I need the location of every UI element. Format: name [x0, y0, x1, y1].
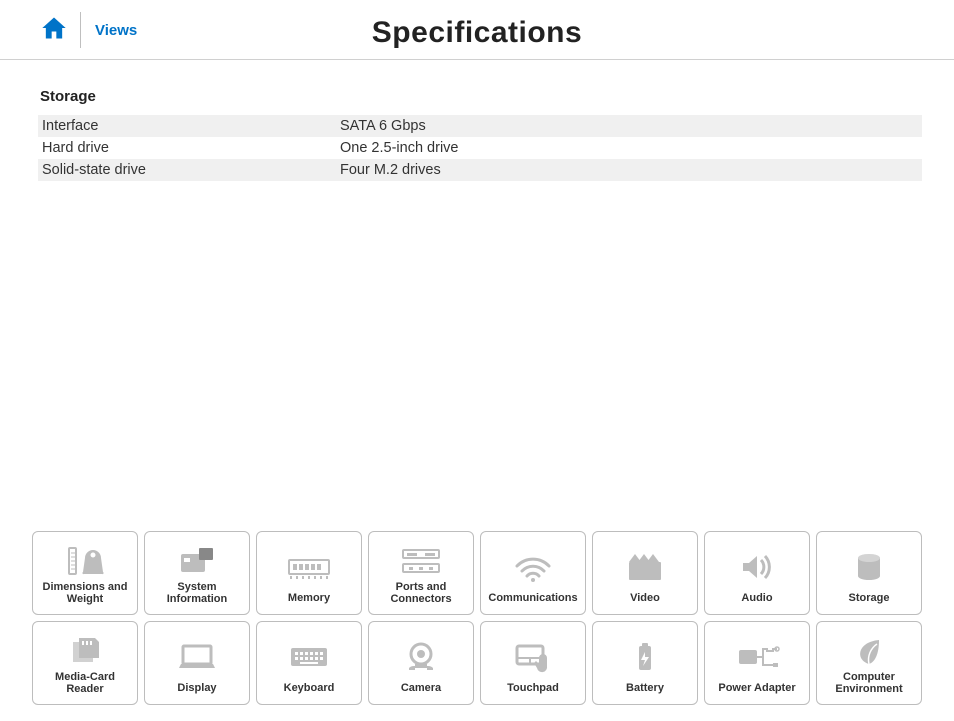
tile-label: Storage	[849, 592, 890, 606]
tile-system-information[interactable]: System Information	[144, 531, 250, 615]
video-icon	[621, 542, 669, 592]
spec-table: Interface SATA 6 Gbps Hard drive One 2.5…	[38, 115, 922, 181]
header: Views Specifications	[0, 0, 954, 60]
tile-label: Camera	[401, 682, 441, 696]
tile-label: Audio	[741, 592, 772, 606]
tile-power-adapter[interactable]: Power Adapter	[704, 621, 810, 705]
tile-audio[interactable]: Audio	[704, 531, 810, 615]
memory-icon	[285, 542, 333, 592]
keyboard-icon	[285, 632, 333, 682]
environment-icon	[845, 632, 893, 671]
tile-storage[interactable]: Storage	[816, 531, 922, 615]
home-button[interactable]	[34, 10, 74, 50]
system-information-icon	[173, 542, 221, 581]
views-link[interactable]: Views	[95, 22, 137, 39]
battery-icon	[621, 632, 669, 682]
tile-touchpad[interactable]: Touchpad	[480, 621, 586, 705]
spec-value: Four M.2 drives	[340, 162, 922, 178]
section-title: Storage	[38, 88, 922, 105]
tile-label: Dimensions and Weight	[43, 581, 128, 606]
divider	[80, 12, 81, 48]
table-row: Solid-state drive Four M.2 drives	[38, 159, 922, 181]
camera-icon	[397, 632, 445, 682]
tile-memory[interactable]: Memory	[256, 531, 362, 615]
spec-label: Interface	[38, 118, 340, 134]
tile-label: Power Adapter	[718, 682, 795, 696]
category-grid: Dimensions and Weight System Information…	[32, 531, 922, 705]
header-left: Views	[34, 0, 137, 60]
tile-camera[interactable]: Camera	[368, 621, 474, 705]
tile-label: Media-Card Reader	[55, 671, 115, 696]
tile-label: Video	[630, 592, 660, 606]
tile-dimensions-weight[interactable]: Dimensions and Weight	[32, 531, 138, 615]
tile-media-card-reader[interactable]: Media-Card Reader	[32, 621, 138, 705]
storage-icon	[845, 542, 893, 592]
spec-label: Solid-state drive	[38, 162, 340, 178]
tile-label: Computer Environment	[835, 671, 902, 696]
tile-label: Keyboard	[284, 682, 335, 696]
page-title: Specifications	[0, 16, 954, 50]
spec-label: Hard drive	[38, 140, 340, 156]
table-row: Interface SATA 6 Gbps	[38, 115, 922, 137]
power-adapter-icon	[733, 632, 781, 682]
tile-label: Display	[177, 682, 216, 696]
tile-label: Ports and Connectors	[390, 581, 451, 606]
content: Storage Interface SATA 6 Gbps Hard drive…	[0, 60, 954, 181]
tile-display[interactable]: Display	[144, 621, 250, 705]
touchpad-icon	[509, 632, 557, 682]
home-icon	[40, 14, 68, 47]
tile-video[interactable]: Video	[592, 531, 698, 615]
spec-value: SATA 6 Gbps	[340, 118, 922, 134]
media-card-reader-icon	[61, 632, 109, 671]
tile-computer-environment[interactable]: Computer Environment	[816, 621, 922, 705]
tile-label: Battery	[626, 682, 664, 696]
spec-value: One 2.5-inch drive	[340, 140, 922, 156]
tile-communications[interactable]: Communications	[480, 531, 586, 615]
tile-label: Communications	[488, 592, 577, 606]
dimensions-weight-icon	[61, 542, 109, 581]
ports-connectors-icon	[397, 542, 445, 581]
tile-battery[interactable]: Battery	[592, 621, 698, 705]
audio-icon	[733, 542, 781, 592]
display-icon	[173, 632, 221, 682]
tile-label: Memory	[288, 592, 330, 606]
communications-icon	[509, 542, 557, 592]
tile-label: Touchpad	[507, 682, 559, 696]
tile-keyboard[interactable]: Keyboard	[256, 621, 362, 705]
tile-label: System Information	[167, 581, 228, 606]
tile-ports-connectors[interactable]: Ports and Connectors	[368, 531, 474, 615]
table-row: Hard drive One 2.5-inch drive	[38, 137, 922, 159]
